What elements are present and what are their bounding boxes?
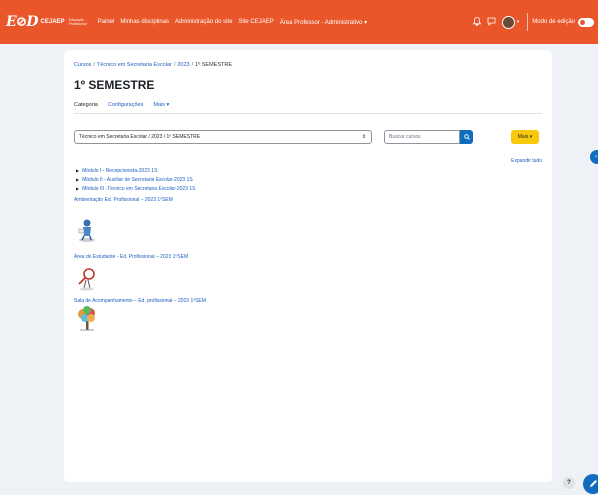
breadcrumb-item-tecnico[interactable]: Técnico em Secretaria Escolar xyxy=(97,62,172,68)
select-arrows-icon: ⇕ xyxy=(361,134,366,140)
nav-link-site-cejaep[interactable]: Site CEJAEP xyxy=(238,19,273,26)
category-select[interactable]: Técnico em Secretaria Escolar / 2023 / 1… xyxy=(74,130,372,144)
breadcrumb-item-2023[interactable]: 2023 xyxy=(177,62,189,68)
breadcrumb-separator: / xyxy=(191,62,194,68)
breadcrumb-separator: / xyxy=(93,62,95,68)
edit-mode-label: Modo de edição xyxy=(532,19,575,25)
category-select-value: Técnico em Secretaria Escolar / 2023 / 1… xyxy=(79,134,201,140)
breadcrumb-item-cursos[interactable]: Cursos xyxy=(74,62,91,68)
page-title: 1º SEMESTRE xyxy=(74,78,155,92)
nav-link-administracao-site[interactable]: Administração do site xyxy=(175,19,232,26)
magnifier-figure-image[interactable] xyxy=(76,266,98,292)
avatar[interactable] xyxy=(501,15,515,29)
subcategory-label: Módulo I - Recepcionista-2023 1S xyxy=(82,168,158,174)
edit-mode-toggle[interactable] xyxy=(578,17,594,27)
edit-pencil-button[interactable] xyxy=(583,474,598,494)
subcategory-item[interactable]: ▶ Módulo II - Auxiliar de Secretaria Esco… xyxy=(76,177,193,183)
navbar-user-area: ▾ Modo de edição xyxy=(472,0,598,44)
nav-link-painel[interactable]: Painel xyxy=(98,19,115,26)
breadcrumb: Cursos / Técnico em Secretaria Escolar/202… xyxy=(74,62,232,68)
caret-right-icon: ▶ xyxy=(76,177,80,182)
course-link[interactable]: Ambientação Ed. Profissional – 2023 1ºSE… xyxy=(74,197,173,203)
pencil-icon xyxy=(589,480,597,487)
search-button[interactable] xyxy=(460,130,473,144)
site-logo[interactable]: E⊘D CEJAEP Educação Profissional xyxy=(6,14,87,30)
navbar-divider xyxy=(527,13,529,31)
bell-icon[interactable] xyxy=(472,16,482,28)
primary-navigation: Painel Minhas disciplinas Administração … xyxy=(98,19,374,26)
nav-link-area-professor[interactable]: Área Professor - Administrativo ▾ xyxy=(280,19,367,26)
main-content-card: Cursos / Técnico em Secretaria Escolar/202… xyxy=(64,50,552,482)
course-link[interactable]: Área do Estudante - Ed. Profissional – 2… xyxy=(74,254,188,260)
nav-link-minhas-disciplinas[interactable]: Minhas disciplinas xyxy=(120,19,169,26)
breadcrumb-item-current: 1º SEMESTRE xyxy=(195,62,233,68)
subcategory-label: Módulo II - Auxiliar de Secretaria Escol… xyxy=(82,177,193,183)
search-icon xyxy=(463,134,470,140)
logo-subtitle: Educação Profissional xyxy=(69,18,87,26)
subcategory-item[interactable]: ▶ Módulo III -Técnico em Secretaria Escol… xyxy=(76,186,195,192)
chevron-down-icon[interactable]: ▾ xyxy=(517,19,520,25)
mais-button[interactable]: Mais ▾ xyxy=(511,130,539,144)
logo-word: CEJAEP xyxy=(40,19,65,25)
person-figure-image[interactable] xyxy=(76,217,98,243)
logo-mark: E⊘D xyxy=(6,14,39,30)
help-button[interactable]: ? xyxy=(563,477,575,489)
breadcrumb-separator: / xyxy=(173,62,176,68)
top-navbar: E⊘D CEJAEP Educação Profissional Painel … xyxy=(0,0,598,44)
drawer-toggle-button[interactable]: ‹ xyxy=(590,150,598,164)
tab-divider xyxy=(74,113,542,114)
course-link[interactable]: Sala de Acompanhamento – Ed. profissiona… xyxy=(74,298,206,304)
course-search-input[interactable]: Buscar cursos xyxy=(384,130,460,144)
tree-image[interactable] xyxy=(76,306,98,332)
chat-icon[interactable] xyxy=(487,17,496,28)
expand-all-link[interactable]: Expandir tudo xyxy=(511,158,542,164)
caret-right-icon: ▶ xyxy=(76,186,80,191)
caret-right-icon: ▶ xyxy=(76,168,80,173)
subcategory-label: Módulo III -Técnico em Secretaria Escola… xyxy=(82,186,196,192)
logo-subtitle-line-2: Profissional xyxy=(68,22,87,26)
subcategory-item[interactable]: ▶ Módulo I - Recepcionista-2023 1S xyxy=(76,168,157,174)
